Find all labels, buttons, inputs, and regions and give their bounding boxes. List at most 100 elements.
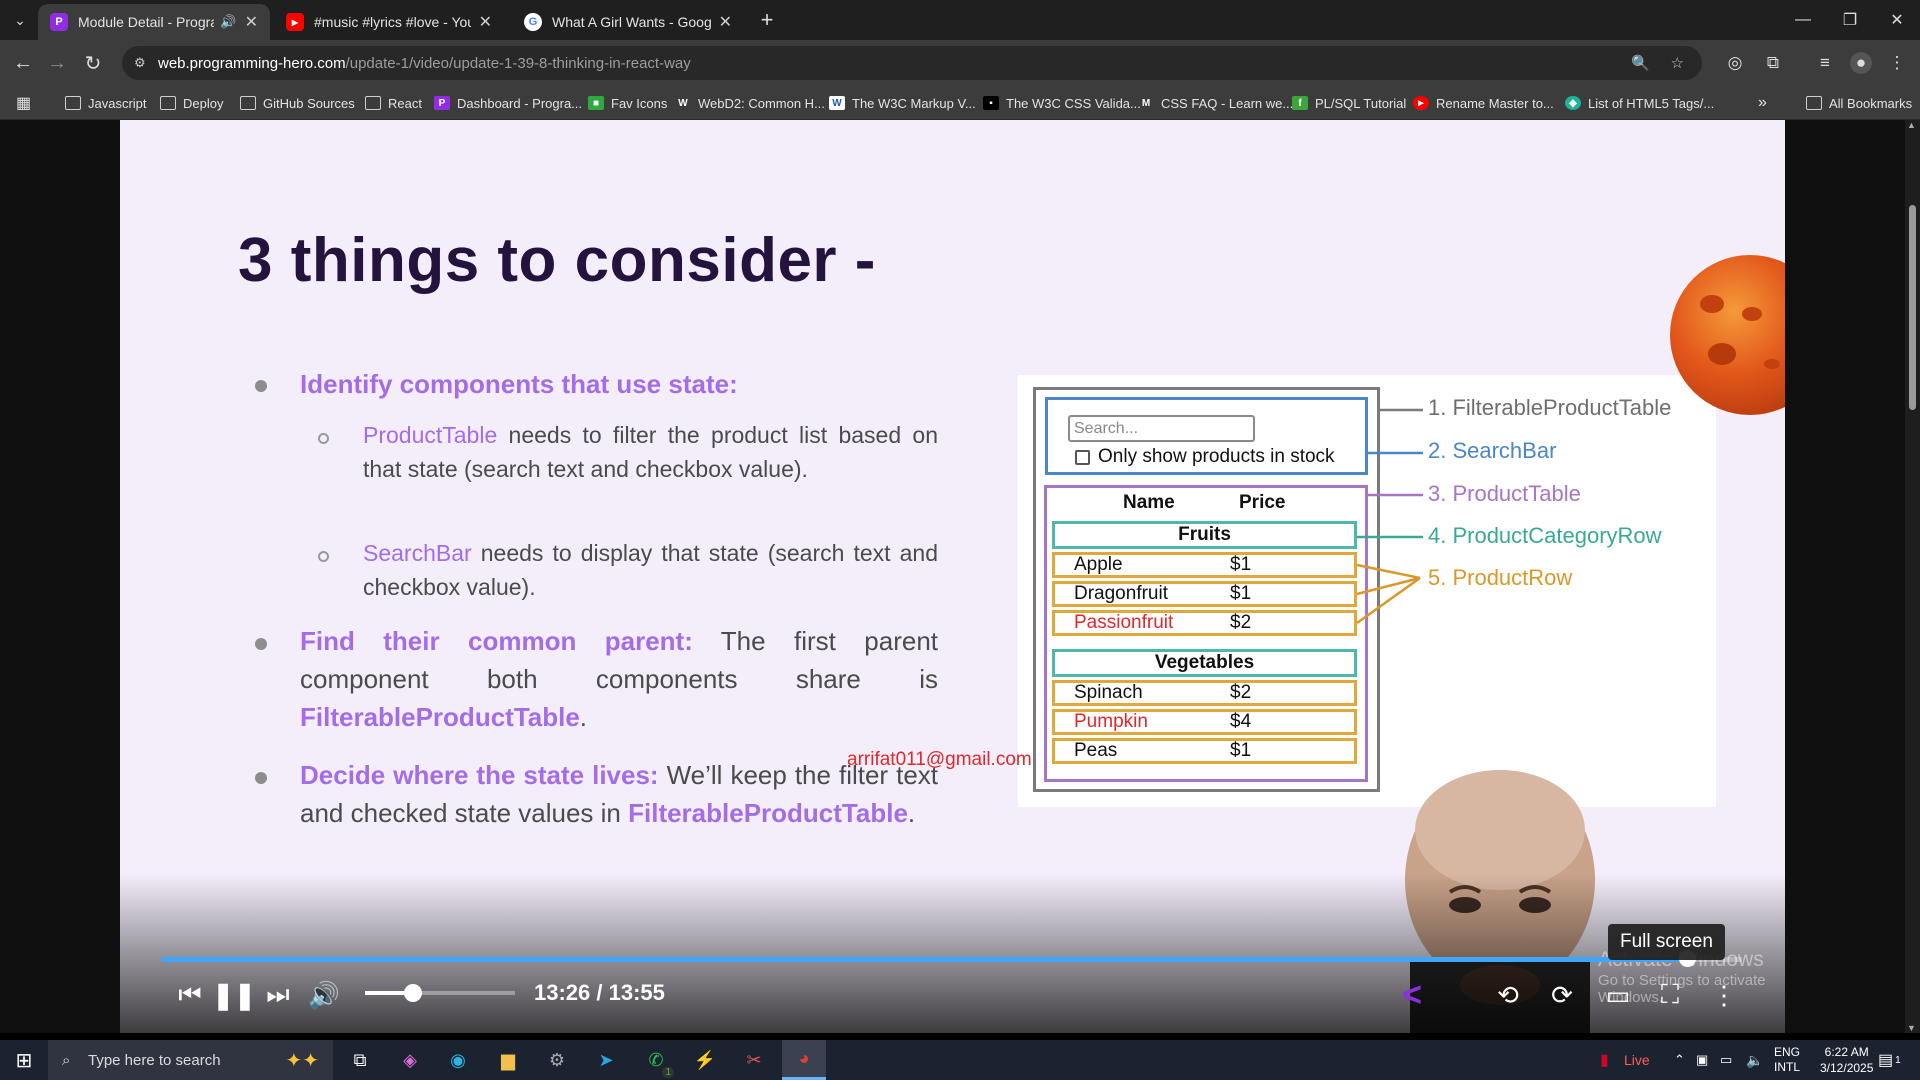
rewind-10-icon[interactable]: ⟲	[1488, 975, 1528, 1015]
scroll-up-icon[interactable]: ▲	[1907, 120, 1916, 130]
favicons-icon: ■	[588, 96, 604, 110]
profile-avatar[interactable]: ●	[1850, 52, 1872, 74]
bookmark-dashboard[interactable]: P Dashboard - Progra...	[434, 86, 582, 120]
language-indicator[interactable]: ENG INTL	[1774, 1040, 1800, 1080]
clock[interactable]: 6:22 AM 3/12/2025	[1820, 1040, 1873, 1080]
slide-title: 3 things to consider -	[238, 226, 876, 295]
bullet-heading: Find their common parent:	[300, 626, 693, 656]
extensions-puzzle-icon[interactable]: ⧉	[1762, 52, 1784, 74]
settings-app-icon[interactable]: ⚙	[537, 1044, 577, 1076]
fullscreen-icon[interactable]: ⛶	[1650, 975, 1690, 1015]
bookmark-w3c-css[interactable]: ▪ The W3C CSS Valida...	[983, 86, 1141, 120]
bullet-dot	[255, 772, 267, 784]
video-player[interactable]: 3 things to consider - Identify componen…	[120, 120, 1785, 1033]
volume-slider[interactable]	[365, 984, 515, 1002]
close-window-icon[interactable]: ✕	[1874, 0, 1920, 40]
address-bar[interactable]: ⚙ web.programming-hero.com/update-1/vide…	[122, 46, 1702, 80]
folder-icon	[1806, 96, 1822, 110]
bullet-dot	[255, 380, 267, 392]
menu-kebab-icon[interactable]: ⋮	[1886, 52, 1908, 74]
tab-strip: ⌄ P Module Detail - Programmi 🔊 ✕ ▶ #mus…	[0, 0, 1920, 40]
tab-google[interactable]: G What A Girl Wants - Google Se ✕	[512, 4, 744, 40]
meet-now-icon[interactable]: ▣	[1696, 1040, 1708, 1080]
bookmark-github-sources[interactable]: GitHub Sources	[240, 86, 355, 120]
edge-icon[interactable]: ◉	[438, 1044, 478, 1076]
youtube-icon: ▶	[286, 13, 304, 31]
folder-icon	[365, 96, 381, 110]
close-tab-icon[interactable]: ✕	[479, 12, 492, 32]
bookmark-html5-tags[interactable]: ◆ List of HTML5 Tags/...	[1565, 86, 1714, 120]
bookmark-star-icon[interactable]: ☆	[1671, 54, 1684, 72]
bookmark-webd2[interactable]: W WebD2: Common H...	[675, 86, 825, 120]
bookmark-plsql[interactable]: f PL/SQL Tutorial	[1292, 86, 1406, 120]
tab-module-detail[interactable]: P Module Detail - Programmi 🔊 ✕	[38, 4, 270, 40]
audio-playing-icon[interactable]: 🔊	[220, 14, 236, 30]
media-controls-icon[interactable]: ≡	[1814, 52, 1836, 74]
folder-icon	[240, 96, 256, 110]
nba-icon[interactable]: ▮	[1600, 1040, 1609, 1080]
restore-icon[interactable]: ❐	[1827, 0, 1873, 40]
progress-bar[interactable]	[162, 950, 1742, 967]
zoom-icon[interactable]: 🔍	[1631, 54, 1650, 72]
w3c-icon: W	[829, 96, 845, 110]
scroll-down-icon[interactable]: ▼	[1907, 1023, 1916, 1033]
tray-chevron-icon[interactable]: ⌃	[1674, 1040, 1685, 1080]
live-indicator[interactable]: Live	[1624, 1040, 1650, 1080]
forward-10-icon[interactable]: ⟳	[1542, 975, 1582, 1015]
more-options-icon[interactable]: ⋮	[1704, 975, 1744, 1015]
google-icon: G	[524, 13, 542, 31]
scrollbar-thumb[interactable]	[1909, 205, 1916, 410]
page-scrollbar[interactable]: ▲ ▼	[1905, 120, 1920, 1033]
notification-count: 1	[1895, 1054, 1901, 1066]
bookmark-w3c-markup[interactable]: W The W3C Markup V...	[829, 86, 976, 120]
close-tab-icon[interactable]: ✕	[245, 12, 258, 32]
browser-toolbar: ← → ↻ ⚙ web.programming-hero.com/update-…	[0, 40, 1920, 86]
tab-search-chevron-icon[interactable]: ⌄	[5, 5, 35, 35]
previous-icon[interactable]: ⏮	[172, 975, 208, 1015]
bullet-heading: Decide where the state lives:	[300, 760, 659, 790]
network-icon[interactable]: ▭	[1720, 1040, 1732, 1080]
file-explorer-icon[interactable]: ▆	[488, 1044, 528, 1076]
whatsapp-icon[interactable]: ✆ 1	[636, 1044, 676, 1078]
copilot-icon[interactable]: ◈	[390, 1044, 430, 1076]
theater-mode-icon[interactable]: ▭	[1598, 975, 1638, 1015]
messenger-icon[interactable]: ⚡	[685, 1044, 725, 1076]
back-icon[interactable]: ←	[8, 48, 38, 78]
snipping-tool-icon[interactable]: ✂	[734, 1044, 774, 1076]
bookmark-deploy[interactable]: Deploy	[160, 86, 223, 120]
bookmark-fav-icons[interactable]: ■ Fav Icons	[588, 86, 667, 120]
minimize-icon[interactable]: —	[1780, 0, 1826, 40]
tab-youtube[interactable]: ▶ #music #lyrics #love - YouTube ✕	[274, 4, 504, 40]
bookmark-javascript[interactable]: Javascript	[65, 86, 147, 120]
bookmark-css-faq[interactable]: M CSS FAQ - Learn we...	[1138, 86, 1293, 120]
bookmark-react[interactable]: React	[365, 86, 422, 120]
apps-grid-icon[interactable]: ▦	[16, 86, 31, 120]
taskbar-search[interactable]: ⌕ Type here to search ✦✦	[48, 1040, 333, 1080]
volume-icon[interactable]: 🔊	[306, 975, 342, 1015]
telegram-icon[interactable]: ➤	[586, 1044, 626, 1076]
all-bookmarks[interactable]: All Bookmarks	[1806, 86, 1912, 120]
bullet-heading: Identify components that use state:	[300, 369, 738, 399]
more-bookmarks-icon[interactable]: »	[1758, 86, 1767, 120]
tab-title: What A Girl Wants - Google Se	[552, 14, 711, 30]
reload-icon[interactable]: ↻	[78, 48, 108, 78]
forward-icon[interactable]: →	[42, 48, 72, 78]
youtube-icon: ▶	[1413, 96, 1429, 110]
bookmark-rename-master[interactable]: ▶ Rename Master to...	[1413, 86, 1554, 120]
close-tab-icon[interactable]: ✕	[719, 12, 732, 32]
site-info-icon[interactable]: ⚙	[134, 55, 146, 71]
task-view-icon[interactable]: ⧉	[340, 1044, 380, 1076]
key-term: ProductTable	[363, 422, 498, 448]
copilot-sparkle-icon: ✦✦	[285, 1049, 319, 1072]
speaker-icon[interactable]: 🔈	[1746, 1040, 1763, 1080]
folder-icon	[160, 96, 176, 110]
notification-icon[interactable]: ▤ 1	[1878, 1040, 1901, 1080]
pause-icon[interactable]: ❚❚	[212, 975, 256, 1015]
new-tab-icon[interactable]: +	[752, 5, 782, 35]
volume-knob[interactable]	[404, 984, 422, 1002]
extension-circle-icon[interactable]: ◎	[1724, 52, 1746, 74]
programming-hero-icon: P	[50, 13, 68, 31]
windows-start-icon[interactable]: ⊞	[4, 1044, 44, 1076]
chrome-icon[interactable]: ◕	[782, 1040, 826, 1080]
next-icon[interactable]: ⏭	[260, 975, 296, 1015]
